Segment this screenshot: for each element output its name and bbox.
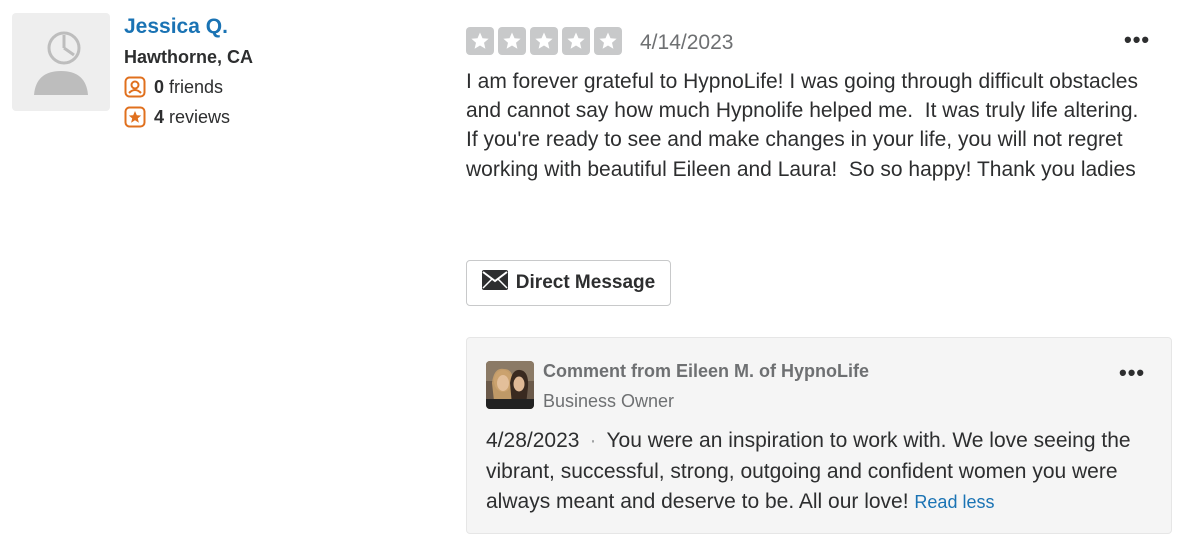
comment-role: Business Owner [543,391,675,411]
comment-body: You were an inspiration to work with. We… [486,429,1131,513]
star-rating [466,27,622,55]
star-icon [466,27,494,55]
comment-date: 4/28/2023 [486,429,580,452]
friends-stat: 0 friends [124,76,223,98]
reviews-label: reviews [169,106,231,127]
comment-title: Comment from Eileen M. of HypnoLife [543,361,870,381]
star-icon [562,27,590,55]
separator-dot: · [589,429,597,452]
reviews-star-icon [124,106,146,128]
reviews-stat: 4 reviews [124,106,230,128]
owner-photo [486,361,534,409]
envelope-icon [481,270,508,296]
more-options-icon[interactable]: ••• [1119,360,1145,386]
star-icon [530,27,558,55]
reviews-count: 4 [154,106,165,127]
more-options-icon[interactable]: ••• [1124,27,1150,53]
comment-text: 4/28/2023 · You were an inspiration to wor… [486,426,1162,518]
user-name-link[interactable]: Jessica Q. [124,15,228,39]
read-less-link[interactable]: Read less [914,492,994,512]
user-location: Hawthorne, CA [124,47,254,67]
direct-message-label: Direct Message [515,272,656,293]
review-date: 4/14/2023 [640,31,734,54]
friends-icon [124,76,146,98]
default-avatar-icon [34,31,88,95]
friends-count: 0 [154,76,165,97]
friends-label: friends [169,76,224,97]
star-icon [594,27,622,55]
review-text: I am forever grateful to HypnoLife! I wa… [466,70,1151,181]
star-icon [498,27,526,55]
owner-comment: Comment from Eileen M. of HypnoLife Busi… [466,337,1172,534]
avatar[interactable] [12,13,110,111]
direct-message-button[interactable]: Direct Message [466,260,671,306]
